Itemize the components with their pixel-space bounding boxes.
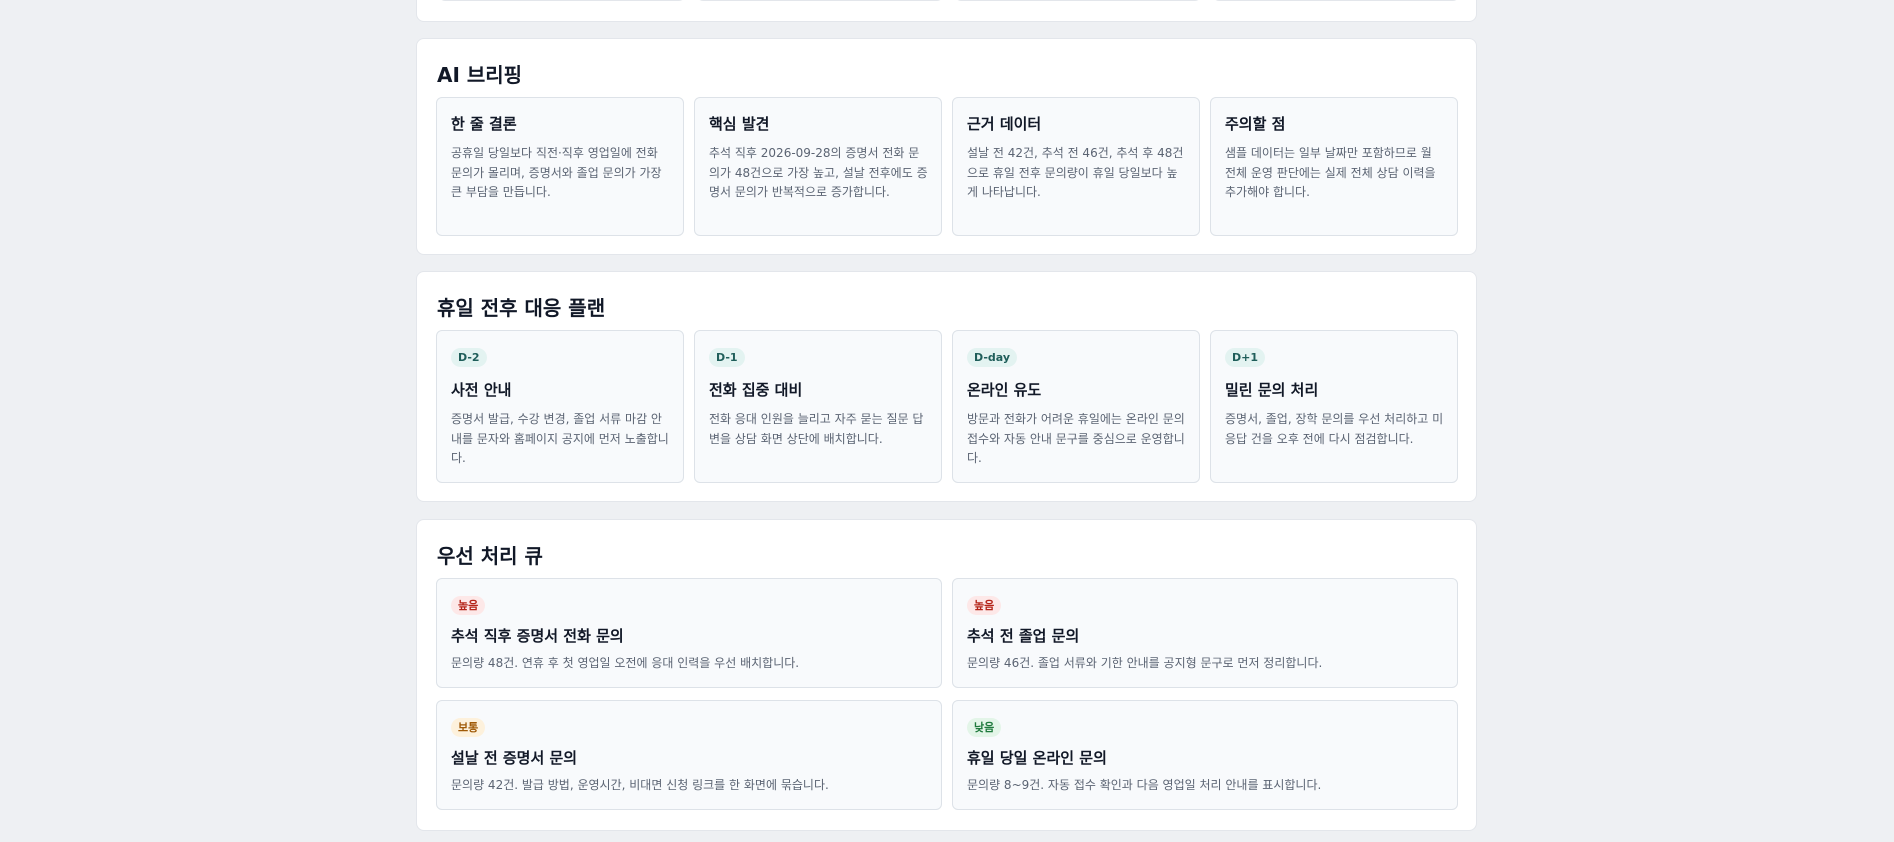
briefing-card-evidence: 근거 데이터 설날 전 42건, 추석 전 46건, 추석 후 48건으로 휴일…	[952, 97, 1200, 236]
plan-card-d+1: D+1 밀린 문의 처리 증명서, 졸업, 장학 문의를 우선 처리하고 미응답…	[1210, 330, 1458, 483]
briefing-card-body: 설날 전 42건, 추석 전 46건, 추석 후 48건으로 휴일 전후 문의량…	[967, 146, 1184, 199]
plan-card-title: 사전 안내	[451, 381, 512, 399]
queue-item[interactable]: 높음 추석 전 졸업 문의 문의량 46건. 졸업 서류와 기한 안내를 공지형…	[952, 578, 1458, 688]
previous-card-edge	[697, 0, 943, 1]
queue-item-title: 추석 직후 증명서 전화 문의	[451, 627, 624, 645]
briefing-card-body: 추석 직후 2026-09-28의 증명서 전화 문의가 48건으로 가장 높고…	[709, 146, 928, 199]
queue-item[interactable]: 보통 설날 전 증명서 문의 문의량 42건. 발급 방법, 운영시간, 비대면…	[436, 700, 942, 810]
queue-item-body: 문의량 42건. 발급 방법, 운영시간, 비대면 신청 링크를 한 화면에 묶…	[451, 778, 829, 792]
briefing-card-body: 공휴일 당일보다 직전·직후 영업일에 전화 문의가 몰리며, 증명서와 졸업 …	[451, 146, 662, 199]
holiday-plan-section: 휴일 전후 대응 플랜 D-2 사전 안내 증명서 발급, 수강 변경, 졸업 …	[416, 271, 1477, 502]
priority-badge-medium: 보통	[451, 718, 486, 737]
plan-day-badge: D-1	[709, 348, 745, 367]
previous-section-panel	[416, 0, 1477, 22]
ai-briefing-section: AI 브리핑 한 줄 결론 공휴일 당일보다 직전·직후 영업일에 전화 문의가…	[416, 38, 1477, 255]
priority-queue-section: 우선 처리 큐 높음 추석 직후 증명서 전화 문의 문의량 48건. 연휴 후…	[416, 519, 1477, 831]
previous-card-edge	[439, 0, 685, 1]
plan-day-badge: D+1	[1225, 348, 1266, 367]
plan-card-body: 증명서 발급, 수강 변경, 졸업 서류 마감 안내를 문자와 홈페이지 공지에…	[451, 412, 669, 465]
briefing-card-title: 핵심 발견	[709, 115, 770, 133]
plan-card-d-1: D-1 전화 집중 대비 전화 응대 인원을 늘리고 자주 묻는 질문 답변을 …	[694, 330, 942, 483]
plan-card-title: 밀린 문의 처리	[1225, 381, 1319, 399]
holiday-plan-title: 휴일 전후 대응 플랜	[437, 296, 606, 320]
priority-queue-title: 우선 처리 큐	[437, 544, 543, 568]
ai-briefing-title: AI 브리핑	[437, 63, 523, 87]
plan-card-d-day: D-day 온라인 유도 방문과 전화가 어려운 휴일에는 온라인 문의 접수와…	[952, 330, 1200, 483]
priority-badge-high: 높음	[967, 596, 1002, 615]
queue-item-body: 문의량 46건. 졸업 서류와 기한 안내를 공지형 문구로 먼저 정리합니다.	[967, 656, 1323, 670]
queue-item-title: 추석 전 졸업 문의	[967, 627, 1080, 645]
dashboard-page: AI 브리핑 한 줄 결론 공휴일 당일보다 직전·직후 영업일에 전화 문의가…	[0, 0, 1894, 842]
plan-card-title: 온라인 유도	[967, 381, 1042, 399]
queue-item-body: 문의량 48건. 연휴 후 첫 영업일 오전에 응대 인력을 우선 배치합니다.	[451, 656, 800, 670]
queue-item-title: 휴일 당일 온라인 문의	[967, 749, 1107, 767]
priority-badge-high: 높음	[451, 596, 486, 615]
plan-card-body: 방문과 전화가 어려운 휴일에는 온라인 문의 접수와 자동 안내 문구를 중심…	[967, 412, 1185, 465]
plan-card-body: 전화 응대 인원을 늘리고 자주 묻는 질문 답변을 상담 화면 상단에 배치합…	[709, 412, 924, 446]
queue-item-body: 문의량 8~9건. 자동 접수 확인과 다음 영업일 처리 안내를 표시합니다.	[967, 778, 1322, 792]
briefing-card-title: 근거 데이터	[967, 115, 1042, 133]
plan-day-badge: D-day	[967, 348, 1018, 367]
briefing-card-conclusion: 한 줄 결론 공휴일 당일보다 직전·직후 영업일에 전화 문의가 몰리며, 증…	[436, 97, 684, 236]
previous-card-edge	[955, 0, 1201, 1]
queue-item-title: 설날 전 증명서 문의	[451, 749, 578, 767]
briefing-card-caution: 주의할 점 샘플 데이터는 일부 날짜만 포함하므로 월 전체 운영 판단에는 …	[1210, 97, 1458, 236]
briefing-card-key-finding: 핵심 발견 추석 직후 2026-09-28의 증명서 전화 문의가 48건으로…	[694, 97, 942, 236]
briefing-card-title: 주의할 점	[1225, 115, 1286, 133]
priority-badge-low: 낮음	[967, 718, 1002, 737]
briefing-card-title: 한 줄 결론	[451, 115, 517, 133]
plan-card-d-2: D-2 사전 안내 증명서 발급, 수강 변경, 졸업 서류 마감 안내를 문자…	[436, 330, 684, 483]
plan-card-body: 증명서, 졸업, 장학 문의를 우선 처리하고 미응답 건을 오후 전에 다시 …	[1225, 412, 1444, 446]
plan-day-badge: D-2	[451, 348, 487, 367]
queue-item[interactable]: 높음 추석 직후 증명서 전화 문의 문의량 48건. 연휴 후 첫 영업일 오…	[436, 578, 942, 688]
queue-item[interactable]: 낮음 휴일 당일 온라인 문의 문의량 8~9건. 자동 접수 확인과 다음 영…	[952, 700, 1458, 810]
briefing-card-body: 샘플 데이터는 일부 날짜만 포함하므로 월 전체 운영 판단에는 실제 전체 …	[1225, 146, 1436, 199]
previous-card-edge	[1213, 0, 1459, 1]
plan-card-title: 전화 집중 대비	[709, 381, 803, 399]
